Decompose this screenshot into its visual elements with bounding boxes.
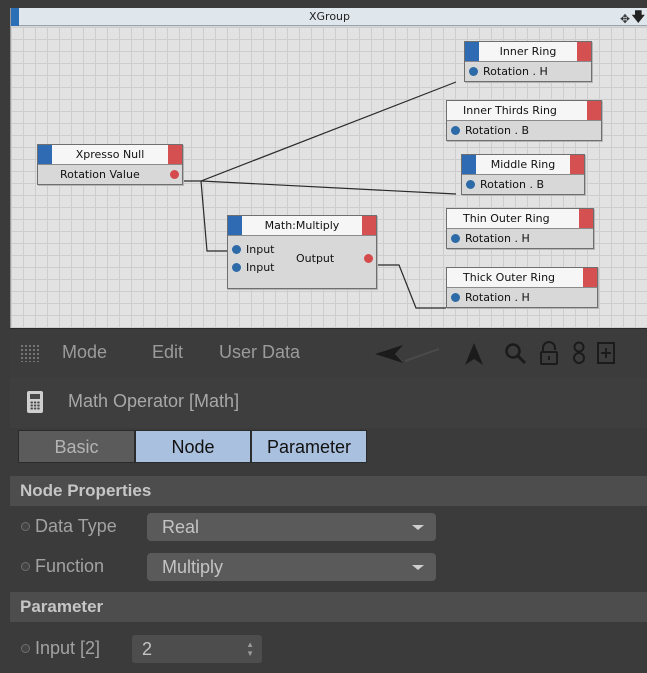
lock-icon[interactable] xyxy=(538,341,560,365)
node-thin-outer-ring[interactable]: Thin Outer Ring Rotation . H xyxy=(446,208,594,249)
node-middle-ring[interactable]: Middle Ring Rotation . B xyxy=(461,154,585,195)
function-value: Multiply xyxy=(162,557,224,577)
port-label: Rotation . H xyxy=(465,291,530,304)
port-label: Rotation . H xyxy=(483,65,548,78)
tab-basic[interactable]: Basic xyxy=(18,430,135,463)
node-title: Xpresso Null xyxy=(75,148,145,161)
animation-dot[interactable] xyxy=(21,522,30,531)
input-2-label: Input [2] xyxy=(35,638,101,658)
input-port[interactable] xyxy=(451,234,460,243)
function-dropdown[interactable]: Multiply xyxy=(147,553,436,581)
link-icon[interactable] xyxy=(571,341,587,365)
output-port[interactable] xyxy=(170,170,179,179)
input-port-2[interactable] xyxy=(232,263,241,272)
xpresso-title: XGroup xyxy=(308,10,351,23)
port-label: Rotation . B xyxy=(465,124,530,137)
node-title: Math:Multiply xyxy=(264,219,340,232)
input-label-1: Input xyxy=(246,243,275,256)
node-xpresso-null[interactable]: Xpresso Null Rotation Value xyxy=(37,144,183,185)
node-title: Inner Thirds Ring xyxy=(463,104,557,117)
input-port[interactable] xyxy=(451,293,460,302)
move-icon[interactable]: ✥ xyxy=(620,10,630,28)
input-port-1[interactable] xyxy=(232,245,241,254)
grip-icon[interactable] xyxy=(20,344,40,362)
object-title: Math Operator [Math] xyxy=(68,391,240,411)
menu-user-data[interactable]: User Data xyxy=(219,342,300,363)
section-node-properties[interactable]: Node Properties xyxy=(10,476,647,506)
output-port[interactable] xyxy=(364,254,373,263)
wire-to-thick-outer-ring xyxy=(377,264,446,309)
search-icon[interactable] xyxy=(504,342,528,366)
tab-parameter[interactable]: Parameter xyxy=(251,430,367,463)
node-inner-ring[interactable]: Inner Ring Rotation . H xyxy=(464,41,592,82)
node-math-multiply[interactable]: Math:Multiply Input Input Output xyxy=(227,215,377,289)
output-label: Output xyxy=(296,252,335,265)
forward-arrow-icon[interactable] xyxy=(462,342,486,366)
chevron-down-icon xyxy=(412,525,424,530)
input-label-2: Input xyxy=(246,261,275,274)
spinner-icon[interactable]: ▲ ▼ xyxy=(246,640,254,658)
node-inner-thirds-ring[interactable]: Inner Thirds Ring Rotation . B xyxy=(446,100,602,141)
input-2-value: 2 xyxy=(142,639,153,659)
wire-to-middle-ring xyxy=(200,180,457,195)
section-parameter[interactable]: Parameter xyxy=(10,592,647,622)
data-type-label: Data Type xyxy=(35,516,117,536)
input-2-field[interactable]: 2 ▲ ▼ xyxy=(132,635,262,663)
input-port[interactable] xyxy=(451,126,460,135)
node-title: Thin Outer Ring xyxy=(463,212,550,225)
animation-dot[interactable] xyxy=(21,644,30,653)
function-label: Function xyxy=(35,556,105,576)
wire-to-math-input xyxy=(200,180,227,252)
row-input-2: Input [2] 2 ▲ ▼ xyxy=(10,630,647,668)
xpresso-title-bar: XGroup ✥ 🡇 xyxy=(11,8,647,26)
calculator-icon xyxy=(27,391,43,413)
data-type-dropdown[interactable]: Real xyxy=(147,513,436,541)
title-accent xyxy=(11,8,19,26)
port-label: Rotation Value xyxy=(60,168,140,181)
row-data-type: Data Type Real xyxy=(10,508,647,546)
menu-edit[interactable]: Edit xyxy=(152,342,183,363)
row-function: Function Multiply xyxy=(10,548,647,586)
input-port[interactable] xyxy=(469,67,478,76)
arrow-down-icon[interactable]: 🡇 xyxy=(632,9,645,27)
node-canvas[interactable]: Xpresso Null Rotation Value Math:Multipl… xyxy=(11,27,647,328)
wire-to-inner-ring xyxy=(183,81,457,182)
back-arrow-icon[interactable] xyxy=(375,343,445,365)
object-header: Math Operator [Math] xyxy=(10,378,647,428)
data-type-value: Real xyxy=(162,517,200,537)
attribute-menubar: Mode Edit User Data xyxy=(10,328,647,378)
node-title: Inner Ring xyxy=(499,45,557,58)
xpresso-editor[interactable]: XGroup ✥ 🡇 Xpresso Null Rotation Value M… xyxy=(10,8,647,328)
port-label: Rotation . H xyxy=(465,232,530,245)
node-title: Thick Outer Ring xyxy=(463,271,556,284)
input-port[interactable] xyxy=(466,180,475,189)
port-label: Rotation . B xyxy=(480,178,545,191)
animation-dot[interactable] xyxy=(21,562,30,571)
node-title: Middle Ring xyxy=(490,158,556,171)
tab-node[interactable]: Node xyxy=(135,430,251,463)
menu-mode[interactable]: Mode xyxy=(62,342,107,363)
chevron-down-icon xyxy=(412,565,424,570)
node-thick-outer-ring[interactable]: Thick Outer Ring Rotation . H xyxy=(446,267,598,308)
new-panel-icon[interactable] xyxy=(596,341,616,365)
